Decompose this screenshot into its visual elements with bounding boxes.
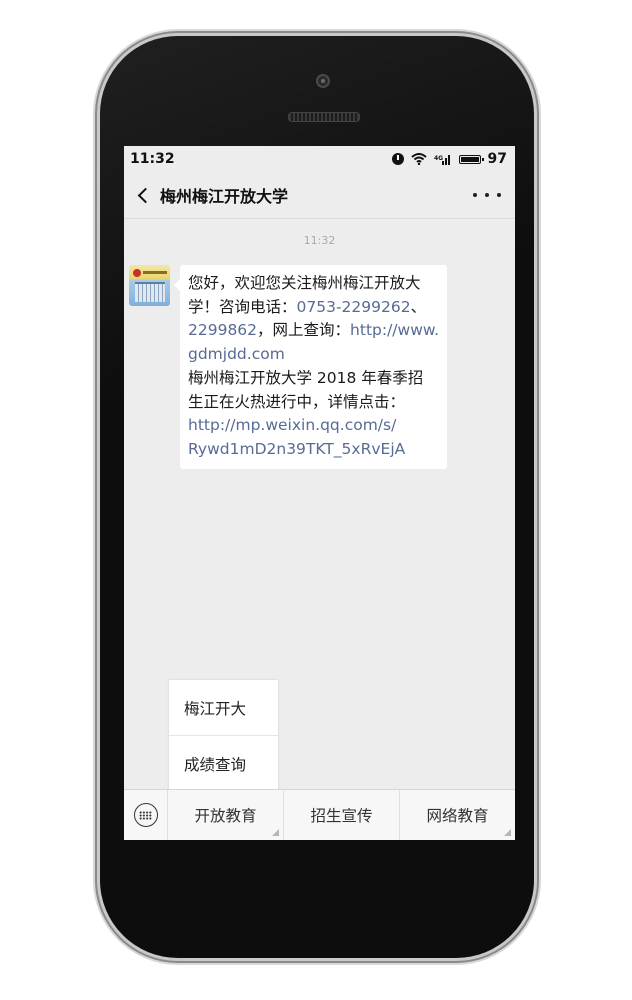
- avatar-seal: [133, 269, 141, 277]
- menu-label: 开放教育: [194, 807, 257, 825]
- submenu-popup: 梅江开大 成绩查询: [169, 680, 278, 791]
- signal-icon: 4G: [434, 153, 452, 165]
- message-line: Rywd1mD2n39TKT_5xRvEjA: [188, 438, 439, 462]
- message-link[interactable]: 0753-2299262: [297, 298, 411, 316]
- chat-title: 梅州梅江开放大学: [160, 187, 289, 206]
- submenu-item-grades[interactable]: 成绩查询: [169, 735, 278, 791]
- menu-label: 网络教育: [426, 807, 489, 825]
- ellipsis-icon[interactable]: [473, 186, 501, 204]
- avatar-banner: [143, 271, 167, 274]
- message-line: 生正在火热进行中，详情点击：: [188, 391, 439, 415]
- menu-open-education[interactable]: 开放教育: [168, 790, 283, 840]
- status-bar: 11:32 4G 97: [124, 146, 515, 172]
- message-link[interactable]: http://mp.weixin.qq.com/s/: [188, 416, 396, 434]
- message-line: 学！咨询电话：0753-2299262、: [188, 296, 439, 320]
- message-line: 您好，欢迎您关注梅州梅江开放大: [188, 272, 439, 296]
- message-text: 学！咨询电话：: [188, 297, 297, 316]
- message-row: 您好，欢迎您关注梅州梅江开放大 学！咨询电话：0753-2299262、 22998…: [124, 265, 515, 475]
- message-bubble[interactable]: 您好，欢迎您关注梅州梅江开放大 学！咨询电话：0753-2299262、 22998…: [174, 265, 447, 469]
- avatar-building: [135, 282, 165, 302]
- svg-text:4G: 4G: [434, 155, 443, 162]
- avatar[interactable]: [129, 265, 170, 306]
- message-text: 梅州梅江开放大学 2018 年春季招: [188, 368, 424, 387]
- submenu-item-meijiang[interactable]: 梅江开大: [169, 680, 278, 735]
- message-text: 您好，欢迎您关注梅州梅江开放大: [188, 274, 421, 292]
- status-time: 11:32: [130, 151, 175, 167]
- submenu-indicator-icon: [504, 829, 511, 836]
- message-line: gdmjdd.com: [188, 343, 439, 367]
- message-link[interactable]: gdmjdd.com: [188, 345, 285, 363]
- bottom-menu-bar: 开放教育 招生宣传 网络教育: [124, 789, 515, 840]
- menu-enrollment[interactable]: 招生宣传: [283, 790, 399, 840]
- message-link[interactable]: http://www.: [350, 321, 439, 339]
- alarm-icon: [391, 153, 404, 165]
- message-link[interactable]: 2299862: [188, 321, 257, 339]
- battery-level: 97: [487, 151, 507, 167]
- battery-icon: [458, 154, 484, 164]
- wifi-icon: [410, 153, 427, 165]
- message-line: 2299862，网上查询：http://www.: [188, 319, 439, 343]
- message-timestamp: 11:32: [303, 234, 336, 247]
- message-link[interactable]: Rywd1mD2n39TKT_5xRvEjA: [188, 440, 405, 458]
- keyboard-icon: [133, 803, 158, 827]
- message-text: 、: [410, 297, 427, 316]
- message-line: 梅州梅江开放大学 2018 年春季招: [188, 367, 439, 391]
- menu-online-education[interactable]: 网络教育: [399, 790, 515, 840]
- submenu-indicator-icon: [272, 829, 279, 836]
- front-camera: [316, 74, 330, 88]
- message-text: ，网上查询：: [257, 321, 351, 340]
- status-icons: 4G 97: [391, 151, 507, 167]
- menu-label: 招生宣传: [310, 807, 373, 825]
- phone-screen: 11:32 4G 97 梅州梅江开放大学 11:32 您好，欢迎您关注梅州梅江开…: [124, 146, 515, 840]
- chevron-left-icon[interactable]: [124, 172, 158, 218]
- message-text: 生正在火热进行中，详情点击：: [188, 392, 406, 411]
- message-line: http://mp.weixin.qq.com/s/: [188, 414, 439, 438]
- keyboard-toggle-button[interactable]: [124, 790, 168, 840]
- chat-header: 梅州梅江开放大学: [124, 172, 515, 219]
- earpiece-speaker: [288, 112, 360, 122]
